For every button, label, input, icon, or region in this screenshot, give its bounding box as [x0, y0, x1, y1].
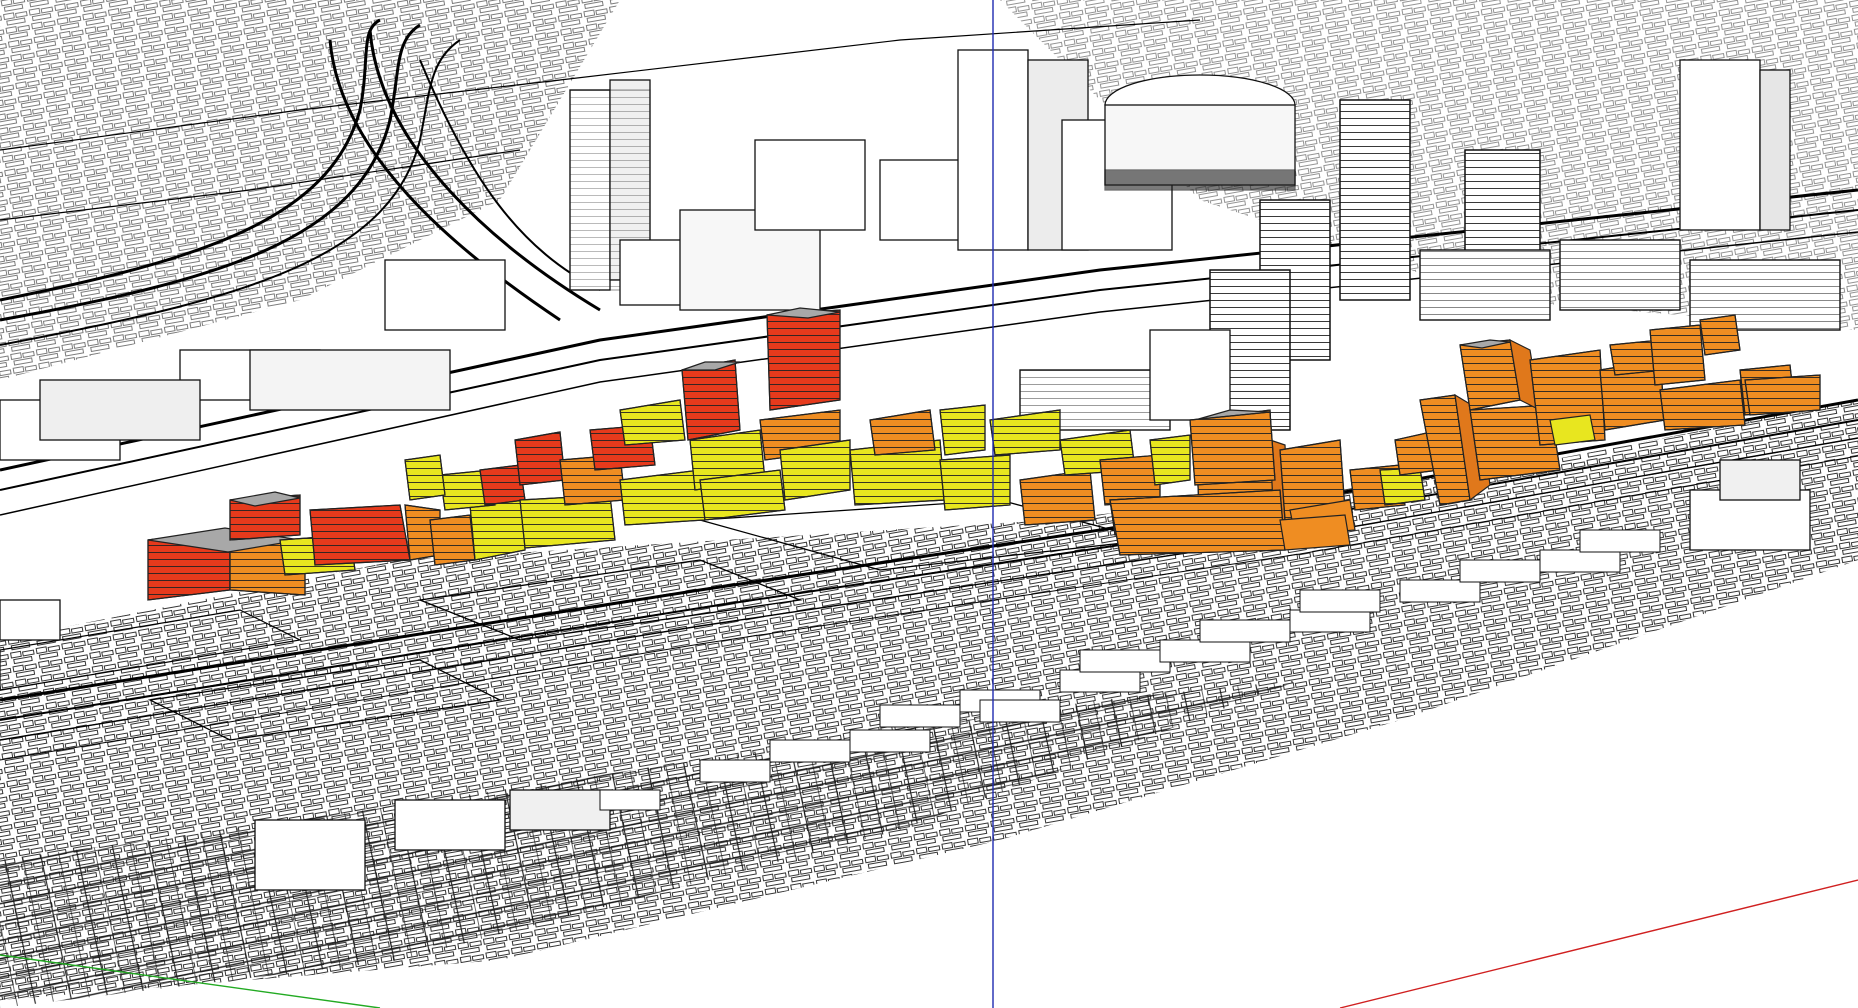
model-canvas[interactable] [0, 0, 1858, 1008]
model-viewport[interactable] [0, 0, 1858, 1008]
